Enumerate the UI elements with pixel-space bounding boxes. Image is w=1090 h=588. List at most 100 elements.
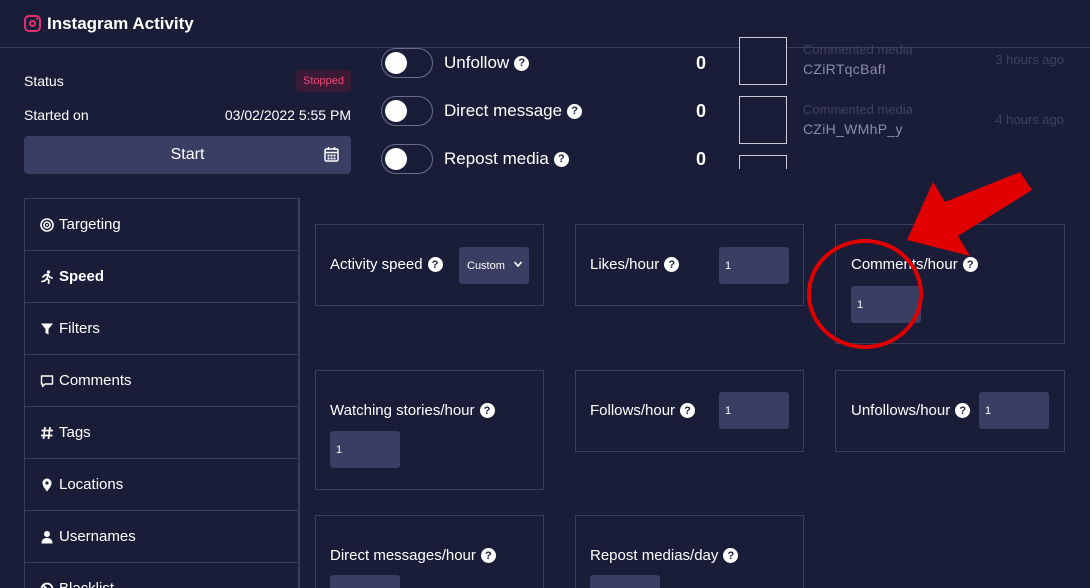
start-button[interactable]: Start <box>24 136 351 174</box>
activity-speed-select[interactable]: Custom <box>459 247 529 284</box>
media-type: Commented media <box>803 42 913 57</box>
toggle-row-unfollow: Unfollow? <box>381 47 530 79</box>
sidebar-item-label: Targeting <box>59 216 121 233</box>
help-icon[interactable]: ? <box>664 257 680 272</box>
sidebar-item-label: Speed <box>59 268 105 285</box>
reposts-input[interactable] <box>590 575 660 588</box>
card-label: Likes/hour? <box>590 256 680 273</box>
likes-input[interactable]: 1 <box>719 247 789 284</box>
activity-speed-label: Activity speed <box>330 256 423 273</box>
media-thumbnail[interactable] <box>739 96 787 144</box>
media-type: Commented media <box>803 102 913 117</box>
media-thumbnail[interactable] <box>739 37 787 85</box>
sidebar-item-tags[interactable]: Tags <box>25 407 298 459</box>
started-row: Started on 03/02/2022 5:55 PM <box>24 104 351 126</box>
direct-messages-input[interactable] <box>330 575 400 588</box>
toggle-label: Unfollow? <box>444 53 530 73</box>
activity-speed-value: Custom <box>467 259 505 272</box>
toggle-knob <box>385 100 407 122</box>
direct-messages-card: Direct messages/hour? <box>315 515 544 588</box>
comments-input[interactable]: 1 <box>851 286 921 323</box>
follows-card: Follows/hour? 1 <box>575 370 804 452</box>
stories-input[interactable]: 1 <box>330 431 400 468</box>
help-icon[interactable]: ? <box>553 151 569 167</box>
comments-label: Comments/hour <box>851 256 958 273</box>
sidebar-item-label: Locations <box>59 476 124 493</box>
unfollow-count: 0 <box>696 53 707 73</box>
status-badge: Stopped <box>296 70 351 92</box>
repost-media-toggle[interactable] <box>381 144 433 174</box>
help-icon[interactable]: ? <box>427 257 443 272</box>
card-label: Unfollows/hour? <box>851 402 971 419</box>
media-time: 4 hours ago <box>995 112 1064 127</box>
sidebar-item-blacklist[interactable]: Blacklist <box>25 563 298 588</box>
help-icon[interactable]: ? <box>479 403 495 418</box>
toggle-knob <box>385 148 407 170</box>
calendar-icon[interactable] <box>324 146 339 162</box>
filter-icon <box>41 323 53 334</box>
follows-input[interactable]: 1 <box>719 392 789 429</box>
status-label: Status <box>24 73 64 89</box>
help-icon[interactable]: ? <box>567 103 583 119</box>
toggle-row-repost-media: Repost media? <box>381 143 569 175</box>
likes-card: Likes/hour? 1 <box>575 224 804 306</box>
started-label: Started on <box>24 107 89 123</box>
sidebar-item-label: Usernames <box>59 528 136 545</box>
card-label: Activity speed? <box>330 256 443 273</box>
settings-sidebar: Targeting Speed Filters Comments Tags Lo… <box>24 198 299 588</box>
chevron-down-icon <box>513 261 523 268</box>
direct-messages-label: Direct messages/hour <box>330 547 476 564</box>
activity-speed-card: Activity speed? Custom <box>315 224 544 306</box>
sidebar-item-label: Tags <box>59 424 91 441</box>
follows-label: Follows/hour <box>590 402 676 419</box>
map-pin-icon <box>42 478 52 491</box>
app-title: Instagram Activity <box>47 13 194 33</box>
media-thumbnail[interactable] <box>739 155 787 169</box>
stories-card: Watching stories/hour? 1 <box>315 370 544 490</box>
ban-icon <box>40 582 54 588</box>
sidebar-item-usernames[interactable]: Usernames <box>25 511 298 563</box>
card-label: Follows/hour? <box>590 402 696 419</box>
card-label: Watching stories/hour? <box>330 402 495 419</box>
help-icon[interactable]: ? <box>955 403 971 418</box>
repost-media-label: Repost media <box>444 149 549 168</box>
sidebar-item-comments[interactable]: Comments <box>25 355 298 407</box>
direct-message-count: 0 <box>696 101 707 121</box>
card-label: Comments/hour? <box>851 256 978 273</box>
repost-media-count: 0 <box>696 149 707 169</box>
help-icon[interactable]: ? <box>680 403 696 418</box>
sidebar-item-label: Comments <box>59 372 132 389</box>
media-time: 3 hours ago <box>995 52 1064 67</box>
start-button-label: Start <box>170 146 205 163</box>
user-icon <box>41 530 53 543</box>
comment-icon <box>40 374 54 387</box>
target-icon <box>40 217 54 232</box>
card-label: Repost medias/day? <box>590 547 739 564</box>
help-icon[interactable]: ? <box>480 548 496 563</box>
unfollow-label: Unfollow <box>444 53 510 72</box>
sidebar-divider <box>299 198 300 588</box>
toggle-knob <box>385 52 407 74</box>
sidebar-item-label: Filters <box>59 320 100 337</box>
sidebar-item-targeting[interactable]: Targeting <box>25 199 298 251</box>
media-code[interactable]: CZiRTqcBafI <box>803 61 886 77</box>
unfollows-input[interactable]: 1 <box>979 392 1049 429</box>
help-icon[interactable]: ? <box>962 257 978 272</box>
sidebar-item-locations[interactable]: Locations <box>25 459 298 511</box>
comments-card: Comments/hour? 1 <box>835 224 1065 344</box>
toggle-label: Repost media? <box>444 149 569 169</box>
unfollows-card: Unfollows/hour? 1 <box>835 370 1065 452</box>
direct-message-toggle[interactable] <box>381 96 433 126</box>
reposts-card: Repost medias/day? <box>575 515 804 588</box>
sidebar-item-speed[interactable]: Speed <box>25 251 298 303</box>
instagram-icon <box>24 15 41 32</box>
status-row: Status Stopped <box>24 70 351 92</box>
media-code[interactable]: CZiH_WMhP_y <box>803 121 903 137</box>
unfollow-toggle[interactable] <box>381 48 433 78</box>
help-icon[interactable]: ? <box>514 55 530 71</box>
direct-message-label: Direct message <box>444 101 563 120</box>
started-value: 03/02/2022 5:55 PM <box>224 107 351 123</box>
sidebar-item-filters[interactable]: Filters <box>25 303 298 355</box>
help-icon[interactable]: ? <box>723 548 739 563</box>
hashtag-icon <box>41 426 53 439</box>
